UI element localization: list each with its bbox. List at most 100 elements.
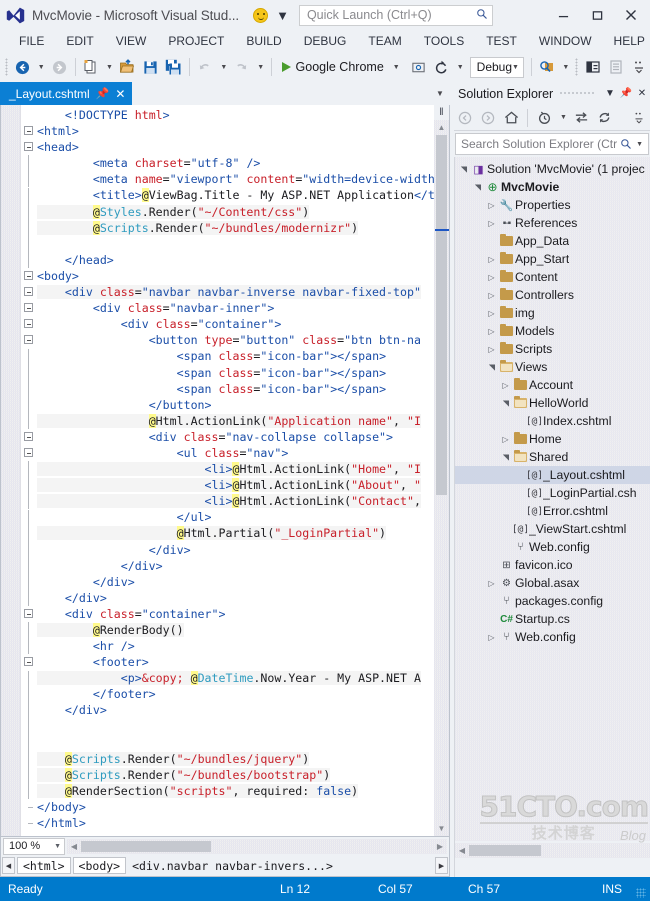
editor-vertical-scrollbar[interactable]: ‖ ▲ ▼ bbox=[434, 105, 449, 836]
home-icon[interactable] bbox=[500, 107, 522, 129]
code-line[interactable]: </footer> bbox=[37, 686, 434, 702]
solution-configuration-select[interactable]: Debug ▼ bbox=[469, 56, 524, 78]
code-line[interactable]: <meta charset="utf-8" /> bbox=[37, 155, 434, 171]
redo-dropdown-icon[interactable]: ▼ bbox=[254, 64, 267, 71]
chevron-down-icon[interactable]: ▼ bbox=[633, 141, 646, 148]
collapse-region-icon[interactable] bbox=[24, 287, 33, 297]
twisty-expanded-icon[interactable]: ◢ bbox=[459, 163, 468, 176]
horizontal-scroll-thumb[interactable] bbox=[469, 845, 541, 856]
refresh-linked-icon[interactable] bbox=[430, 55, 453, 79]
code-line[interactable]: <p>&copy; @DateTime.Now.Year - My ASP.NE… bbox=[37, 670, 434, 686]
twisty-collapsed-icon[interactable]: ▷ bbox=[485, 201, 498, 210]
breadcrumb-item[interactable]: <body> bbox=[72, 857, 127, 874]
code-line[interactable]: <li>@Html.ActionLink("Contact", bbox=[37, 493, 434, 509]
code-line[interactable]: </body> bbox=[37, 799, 434, 815]
tree-item-solution--mvcmovie---1-projec[interactable]: ◢ ◨ Solution 'MvcMovie' (1 projec bbox=[455, 160, 650, 178]
menu-item-test[interactable]: TEST bbox=[475, 32, 528, 50]
code-line[interactable]: <!DOCTYPE html> bbox=[37, 107, 434, 123]
find-in-files-icon[interactable] bbox=[535, 55, 558, 79]
save-all-icon[interactable] bbox=[162, 55, 185, 79]
minimize-button[interactable] bbox=[546, 1, 580, 29]
code-line[interactable]: <body> bbox=[37, 268, 434, 284]
collapse-region-icon[interactable] bbox=[24, 126, 33, 136]
scroll-down-arrow-icon[interactable]: ▼ bbox=[434, 821, 449, 836]
scroll-left-arrow-icon[interactable]: ◀ bbox=[67, 839, 81, 854]
collapse-region-icon[interactable] bbox=[24, 142, 33, 152]
code-editor[interactable]: <!DOCTYPE html> <html> <head> <meta charse… bbox=[0, 105, 450, 837]
scroll-right-arrow-icon[interactable]: ▶ bbox=[433, 839, 447, 854]
tree-item-account[interactable]: ▷ Account bbox=[455, 376, 650, 394]
tree-item-_viewstart.cshtml[interactable]: [@] _ViewStart.cshtml bbox=[455, 520, 650, 538]
code-line[interactable]: <hr /> bbox=[37, 638, 434, 654]
code-line[interactable]: @Html.ActionLink("Application name", "I bbox=[37, 413, 434, 429]
tree-item-app_start[interactable]: ▷ App_Start bbox=[455, 250, 650, 268]
code-line[interactable]: <span class="icon-bar"></span> bbox=[37, 381, 434, 397]
sync-with-active-document-icon[interactable] bbox=[571, 107, 593, 129]
pending-changes-icon[interactable] bbox=[533, 107, 555, 129]
navigate-back-icon[interactable] bbox=[11, 55, 34, 79]
code-line[interactable]: <button type="button" class="btn btn-na bbox=[37, 332, 434, 348]
code-line[interactable]: <li>@Html.ActionLink("Home", "I bbox=[37, 461, 434, 477]
pin-icon[interactable]: 📌 bbox=[96, 87, 110, 100]
scroll-up-arrow-icon[interactable]: ▲ bbox=[434, 120, 449, 135]
properties-window-icon[interactable] bbox=[604, 55, 627, 79]
resize-grip[interactable] bbox=[636, 888, 646, 898]
code-line[interactable]: <head> bbox=[37, 139, 434, 155]
twisty-collapsed-icon[interactable]: ▷ bbox=[485, 579, 498, 588]
collapse-region-icon[interactable] bbox=[24, 271, 33, 280]
code-line[interactable]: @Styles.Render("~/Content/css") bbox=[37, 204, 434, 220]
breadcrumb-scroll-left-icon[interactable]: ◀ bbox=[2, 857, 15, 874]
code-line[interactable]: @Scripts.Render("~/bundles/jquery") bbox=[37, 751, 434, 767]
tab-list-dropdown-icon[interactable]: ▼ bbox=[430, 82, 450, 105]
tree-item-web.config[interactable]: ▷ ⑂ Web.config bbox=[455, 628, 650, 646]
tree-item-error.cshtml[interactable]: [@] Error.cshtml bbox=[455, 502, 650, 520]
collapse-region-icon[interactable] bbox=[24, 448, 33, 458]
twisty-collapsed-icon[interactable]: ▷ bbox=[499, 381, 512, 390]
solution-explorer-horizontal-scrollbar[interactable]: ◀ bbox=[455, 843, 650, 858]
code-line[interactable]: </ul> bbox=[37, 509, 434, 525]
code-line[interactable]: </div> bbox=[37, 558, 434, 574]
code-line[interactable]: @Scripts.Render("~/bundles/modernizr") bbox=[37, 220, 434, 236]
document-tab-layout-cshtml[interactable]: _Layout.cshtml 📌 ✕ bbox=[0, 82, 133, 105]
new-item-icon[interactable] bbox=[79, 55, 102, 79]
toolbar-overflow-icon[interactable] bbox=[627, 55, 650, 79]
solution-explorer-tree[interactable]: ◢ ◨ Solution 'MvcMovie' (1 projec ◢ ⊕ MvcMovi… bbox=[454, 157, 650, 841]
twisty-collapsed-icon[interactable]: ▷ bbox=[485, 633, 498, 642]
tree-item-index.cshtml[interactable]: [@] Index.cshtml bbox=[455, 412, 650, 430]
code-line[interactable]: <div class="navbar navbar-inverse navbar… bbox=[37, 284, 434, 300]
collapse-region-icon[interactable] bbox=[24, 319, 33, 329]
new-item-dropdown-icon[interactable]: ▼ bbox=[103, 64, 116, 71]
tree-item-helloworld[interactable]: ◢ HelloWorld bbox=[455, 394, 650, 412]
refresh-dropdown-icon[interactable]: ▼ bbox=[454, 64, 467, 71]
funnel-icon[interactable]: ▼ bbox=[276, 9, 289, 22]
find-dropdown-icon[interactable]: ▼ bbox=[559, 64, 572, 71]
solution-explorer-search-input[interactable]: Search Solution Explorer (Ctr ▼ bbox=[455, 133, 649, 155]
code-line[interactable]: </div> bbox=[37, 542, 434, 558]
tree-item-_layout.cshtml[interactable]: [@] _Layout.cshtml bbox=[455, 466, 650, 484]
code-line[interactable]: <html> bbox=[37, 123, 434, 139]
twisty-collapsed-icon[interactable]: ▷ bbox=[485, 345, 498, 354]
tree-item-controllers[interactable]: ▷ Controllers bbox=[455, 286, 650, 304]
code-line[interactable]: </head> bbox=[37, 252, 434, 268]
tree-item-models[interactable]: ▷ Models bbox=[455, 322, 650, 340]
twisty-collapsed-icon[interactable]: ▷ bbox=[485, 219, 498, 228]
twisty-expanded-icon[interactable]: ◢ bbox=[501, 451, 510, 464]
zoom-level-select[interactable]: 100 % ▼ bbox=[3, 837, 65, 855]
maximize-button[interactable] bbox=[580, 1, 614, 29]
navigate-back-dropdown-icon[interactable]: ▼ bbox=[35, 64, 48, 71]
browser-select-icon[interactable] bbox=[407, 55, 430, 79]
menu-item-file[interactable]: FILE bbox=[8, 32, 55, 50]
code-line[interactable]: <span class="icon-bar"></span> bbox=[37, 365, 434, 381]
tree-item-properties[interactable]: ▷ 🔧 Properties bbox=[455, 196, 650, 214]
code-line[interactable]: <div class="container"> bbox=[37, 606, 434, 622]
menu-item-window[interactable]: WINDOW bbox=[528, 32, 603, 50]
tree-item-packages.config[interactable]: ⑂ packages.config bbox=[455, 592, 650, 610]
menu-item-edit[interactable]: EDIT bbox=[55, 32, 104, 50]
editor-split-grip[interactable]: ‖ bbox=[434, 105, 449, 120]
tree-item-img[interactable]: ▷ img bbox=[455, 304, 650, 322]
tree-item-views[interactable]: ◢ Views bbox=[455, 358, 650, 376]
code-line[interactable]: @RenderBody() bbox=[37, 622, 434, 638]
collapse-region-icon[interactable] bbox=[24, 303, 33, 313]
code-line[interactable]: <title>@ViewBag.Title - My ASP.NET Appli… bbox=[37, 187, 434, 203]
browser-target-dropdown-icon[interactable]: ▼ bbox=[390, 64, 403, 71]
